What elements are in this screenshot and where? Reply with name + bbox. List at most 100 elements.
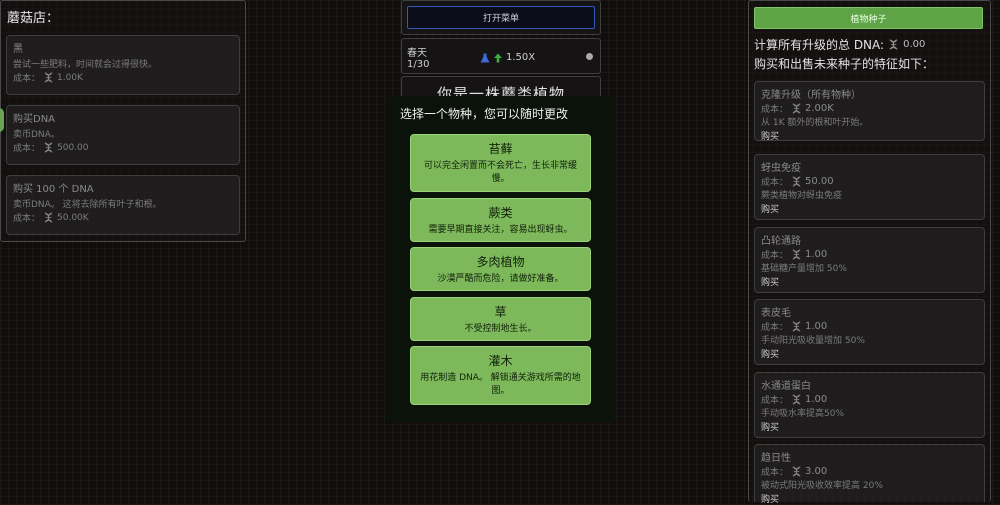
option-desc: 沙漠严酷而危险，请做好准备。 [437, 274, 564, 284]
shop-item-desc: 尝试一些肥料，时间就会过得很快。 [13, 60, 158, 70]
species-option-moss[interactable]: 苔藓 可以完全闲置而不会死亡，生长非常缓慢。 [410, 134, 591, 192]
dna-helix-icon [792, 394, 801, 405]
shop-item-desc: 卖币DNA。 [13, 130, 60, 140]
side-tab-handle[interactable] [0, 108, 4, 132]
seed-panel: 植物种子 计算所有升级的总 DNA: 0.00 购买和出售未来种子的特征如下： … [748, 0, 991, 505]
shop-item-fertilizer[interactable]: 黑 尝试一些肥料，时间就会过得很快。 成本： 1.00K [6, 35, 240, 95]
upgrade-trichomes[interactable]: 表皮毛 成本： 1.00 手动阳光吸收量增加 50% 购买 [754, 299, 985, 365]
shop-item-cost: 成本： 1.00K [13, 71, 233, 84]
upgrade-heliotropism[interactable]: 趋日性 成本： 3.00 被动式阳光吸收效率提高 20% 购买 [754, 444, 985, 505]
cost-label: 成本： [13, 74, 41, 84]
dna-helix-icon [792, 176, 801, 187]
cost-label: 成本： [761, 178, 789, 188]
dna-helix-icon [44, 212, 53, 223]
cost-value: 500.00 [57, 142, 89, 153]
buy-button[interactable]: 购买 [761, 347, 978, 360]
dna-helix-icon [792, 321, 801, 332]
upgrade-desc: 蕨类植物对蚜虫免疫 [761, 191, 843, 201]
cost-label: 成本： [761, 396, 789, 406]
upgrade-cost: 成本： 1.00 [761, 393, 978, 406]
upgrade-name: 趋日性 [761, 453, 791, 464]
open-menu-button[interactable]: 打开菜单 [407, 6, 595, 29]
upgrade-clone[interactable]: 克隆升级（所有物种） 成本： 2.00K 从 1K 额外的根和叶开始。 购买 [754, 81, 985, 142]
modal-title: 选择一个物种，您可以随时更改 [400, 107, 569, 121]
option-name: 草 [494, 305, 507, 319]
species-option-succulent[interactable]: 多肉植物 沙漠严酷而危险，请做好准备。 [410, 247, 591, 291]
upgrade-name: 表皮毛 [761, 308, 791, 319]
upgrade-desc: 从 1K 额外的根和叶开始。 [761, 118, 869, 128]
cost-label: 成本： [761, 468, 789, 478]
info-icon[interactable] [586, 53, 593, 60]
option-desc: 需要早期直接关注，容易出现蚜虫。 [428, 225, 573, 235]
season-label: 春天 [407, 48, 427, 59]
cost-label: 成本： [13, 144, 41, 154]
species-option-fern[interactable]: 蕨类 需要早期直接关注，容易出现蚜虫。 [410, 198, 591, 242]
shop-item-name: 购买DNA [13, 114, 56, 125]
upgrade-cost: 成本： 50.00 [761, 175, 978, 188]
dna-helix-icon [792, 466, 801, 477]
upgrade-name: 蚜虫免疫 [761, 163, 801, 174]
upgrade-cost: 成本： 1.00 [761, 320, 978, 333]
dna-helix-icon [792, 249, 801, 260]
species-select-modal: 选择一个物种，您可以随时更改 苔藓 可以完全闲置而不会死亡，生长非常缓慢。 蕨类… [386, 96, 615, 422]
option-name: 多肉植物 [476, 255, 525, 269]
upgrade-desc: 手动阳光吸收量增加 50% [761, 336, 865, 346]
cost-value: 1.00 [805, 321, 828, 332]
total-dna-label: 计算所有升级的总 DNA: [754, 38, 885, 52]
upgrade-cost: 成本： 1.00 [761, 248, 978, 261]
option-desc: 可以完全闲置而不会死亡，生长非常缓慢。 [423, 161, 577, 184]
cost-label: 成本： [13, 214, 41, 224]
upgrade-name: 克隆升级（所有物种） [761, 90, 861, 101]
cost-label: 成本： [761, 105, 789, 115]
upgrade-desc: 手动吸水率提高50% [761, 409, 845, 419]
flask-icon [480, 53, 490, 62]
cost-value: 50.00K [57, 212, 89, 223]
mushroom-shop-panel: 蘑菇店： 黑 尝试一些肥料，时间就会过得很快。 成本： 1.00K 购买DNA … [0, 0, 246, 242]
cost-value: 1.00K [57, 72, 83, 83]
up-arrow-icon [494, 53, 502, 62]
dna-helix-icon [44, 72, 53, 83]
upgrade-name: 水通道蛋白 [761, 381, 811, 392]
dna-helix-icon [792, 103, 801, 114]
option-name: 苔藓 [488, 142, 513, 156]
shop-item-buy-dna[interactable]: 购买DNA 卖币DNA。 成本： 500.00 [6, 105, 240, 165]
day-counter: 1/30 [407, 59, 430, 70]
upgrade-cost: 成本： 2.00K [761, 102, 978, 115]
cost-value: 3.00 [805, 466, 828, 477]
buy-button[interactable]: 购买 [761, 492, 978, 505]
cost-value: 50.00 [805, 176, 834, 187]
buy-button[interactable]: 购买 [761, 275, 978, 288]
shop-item-name: 购买 100 个 DNA [13, 184, 94, 195]
shop-item-desc: 卖币DNA。 这将去除所有叶子和根。 [13, 200, 162, 210]
season-panel: 春天 1/30 1.50X [401, 38, 601, 74]
buy-button[interactable]: 购买 [761, 420, 978, 433]
cost-value: 2.00K [805, 103, 834, 114]
shop-title: 蘑菇店： [7, 11, 60, 26]
option-desc: 不受控制地生长。 [464, 324, 537, 334]
buy-button[interactable]: 购买 [761, 202, 978, 215]
shop-item-buy-100-dna[interactable]: 购买 100 个 DNA 卖币DNA。 这将去除所有叶子和根。 成本： 50.0… [6, 175, 240, 235]
shop-item-name: 黑 [13, 44, 23, 55]
option-desc: 用花制造 DNA。 解锁通关游戏所需的地图。 [420, 373, 581, 396]
upgrade-name: 凸轮通路 [761, 236, 801, 247]
traits-subheading: 购买和出售未来种子的特征如下： [754, 57, 935, 71]
shop-item-cost: 成本： 500.00 [13, 141, 233, 154]
cost-label: 成本： [761, 323, 789, 333]
option-name: 蕨类 [488, 206, 513, 220]
shop-item-cost: 成本： 50.00K [13, 211, 233, 224]
upgrade-cost: 成本： 3.00 [761, 465, 978, 478]
upgrade-desc: 被动式阳光吸收效率提高 20% [761, 481, 883, 491]
upgrade-cam-pathway[interactable]: 凸轮通路 成本： 1.00 基础糖产量增加 50% 购买 [754, 227, 985, 293]
total-dna-value: 0.00 [903, 39, 926, 50]
upgrade-desc: 基础糖产量增加 50% [761, 264, 847, 274]
cost-label: 成本： [761, 251, 789, 261]
dna-helix-icon [889, 39, 898, 50]
upgrade-aphid-immunity[interactable]: 蚜虫免疫 成本： 50.00 蕨类植物对蚜虫免疫 购买 [754, 154, 985, 220]
cost-value: 1.00 [805, 394, 828, 405]
total-dna-line: 计算所有升级的总 DNA: 0.00 [754, 36, 925, 53]
upgrade-aquaporin[interactable]: 水通道蛋白 成本： 1.00 手动吸水率提高50% 购买 [754, 372, 985, 438]
species-option-grass[interactable]: 草 不受控制地生长。 [410, 297, 591, 341]
plant-seed-button[interactable]: 植物种子 [754, 7, 983, 29]
buy-button[interactable]: 购买 [761, 129, 978, 142]
species-option-shrub[interactable]: 灌木 用花制造 DNA。 解锁通关游戏所需的地图。 [410, 346, 591, 405]
